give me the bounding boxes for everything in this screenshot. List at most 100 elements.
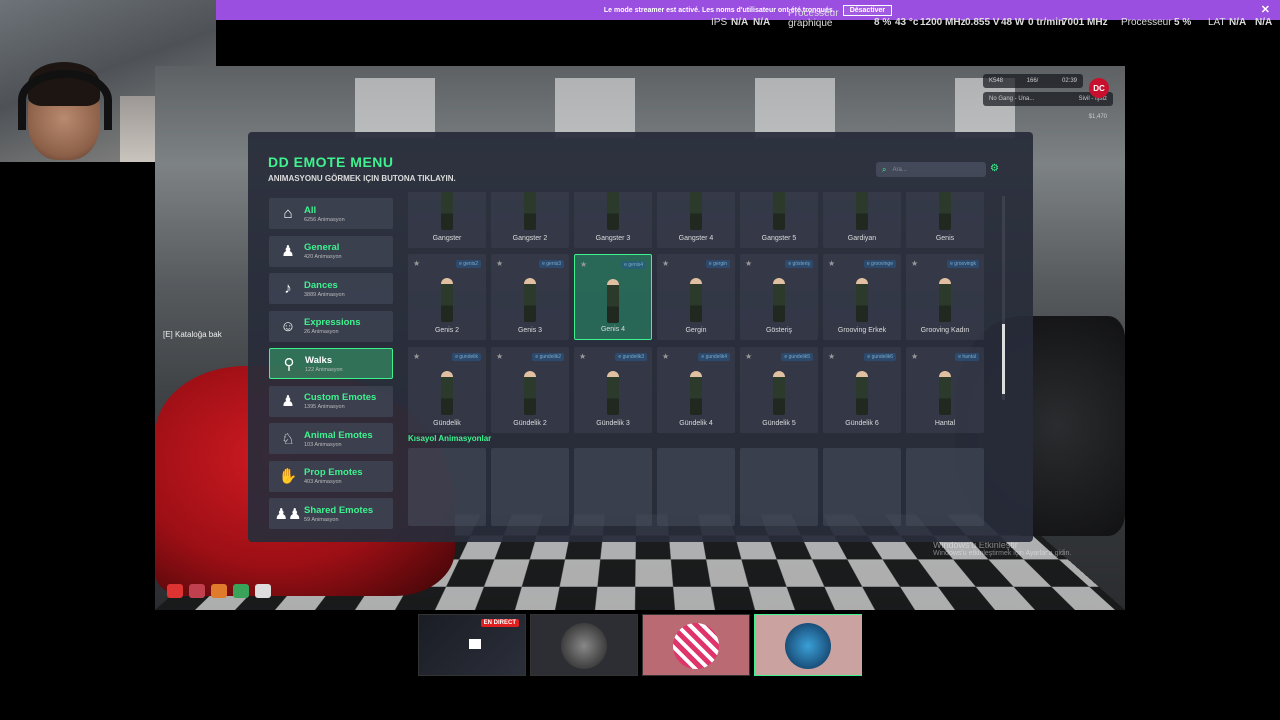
emote-card[interactable]: ★ e gundelik Gündelik xyxy=(408,347,486,433)
favorite-star-icon[interactable]: ★ xyxy=(496,259,503,268)
shortcut-slot[interactable] xyxy=(823,448,901,526)
favorite-star-icon[interactable]: ★ xyxy=(911,259,918,268)
favorite-star-icon[interactable]: ★ xyxy=(745,352,752,361)
emote-command: e hantal xyxy=(955,353,979,361)
emote-card[interactable]: Gangster 5 xyxy=(740,192,818,248)
scene-guest-2[interactable] xyxy=(642,614,750,676)
emote-card[interactable]: ★ e gergin Gergin xyxy=(657,254,735,340)
emote-card[interactable]: ★ e genis3 Genis 3 xyxy=(491,254,569,340)
scene-guest-3[interactable] xyxy=(754,614,862,676)
emote-card[interactable]: Gangster 3 xyxy=(574,192,652,248)
emote-card[interactable]: ★ e gundelik4 Gündelik 4 xyxy=(657,347,735,433)
ips-value-1: N/A xyxy=(731,17,749,28)
hud-time: 02:39 xyxy=(1061,78,1077,84)
emote-card[interactable]: ★ e genis4 Genis 4 xyxy=(574,254,652,340)
headphones xyxy=(18,70,112,130)
emote-card[interactable]: Genis xyxy=(906,192,984,248)
scrollbar-thumb[interactable] xyxy=(1002,324,1005,394)
scrollbar[interactable] xyxy=(1002,196,1005,400)
search-input[interactable]: ⌕ Ara... xyxy=(876,162,986,177)
emote-label: Gündelik 6 xyxy=(845,420,879,427)
character-preview xyxy=(856,371,868,415)
favorite-star-icon[interactable]: ★ xyxy=(579,352,586,361)
shortcut-slot[interactable] xyxy=(657,448,735,526)
emote-card[interactable]: Gangster xyxy=(408,192,486,248)
character-preview xyxy=(690,278,702,322)
emote-card[interactable]: ★ e gundelik2 Gündelik 2 xyxy=(491,347,569,433)
watermark-subtitle: Windows'u etkinleştirmek için Ayarlar'a … xyxy=(933,550,1072,557)
emote-card[interactable]: ★ e gundelik3 Gündelik 3 xyxy=(574,347,652,433)
lat-value-2: N/A xyxy=(1255,17,1273,28)
shortcut-slot[interactable] xyxy=(906,448,984,526)
favorite-star-icon[interactable]: ★ xyxy=(662,259,669,268)
character-preview xyxy=(524,371,536,415)
favorite-star-icon[interactable]: ★ xyxy=(413,259,420,268)
emote-label: Genis 2 xyxy=(434,327,460,334)
emote-card[interactable]: ★ e gundelik6 Gündelik 6 xyxy=(823,347,901,433)
character-preview xyxy=(607,279,619,323)
ips-value-2: N/A xyxy=(753,17,771,28)
category-name: All xyxy=(304,204,317,216)
emote-card[interactable]: ★ e hantal Hantal xyxy=(906,347,984,433)
favorite-star-icon[interactable]: ★ xyxy=(828,352,835,361)
hud-money: $1,470 xyxy=(1088,114,1107,120)
category-expressions[interactable]: ☺ Expressions 26 Animasyon xyxy=(269,310,393,342)
emote-card[interactable]: ★ e genis2 Genis 2 xyxy=(408,254,486,340)
hud-ping: 166/ xyxy=(1026,78,1039,84)
emote-card[interactable]: Gangster 4 xyxy=(657,192,735,248)
character-preview xyxy=(690,192,702,230)
emote-label: Gündelik 3 xyxy=(596,420,630,427)
ips-label: IPS xyxy=(711,17,728,28)
shortcut-slot[interactable] xyxy=(740,448,818,526)
category-dances[interactable]: ♪ Dances 3889 Animasyon xyxy=(269,273,393,304)
category-prop-emotes[interactable]: ✋ Prop Emotes 403 Animasyon xyxy=(269,460,393,492)
favorite-star-icon[interactable]: ★ xyxy=(745,259,752,268)
emote-command: e gundelik xyxy=(452,353,481,361)
emote-label: Gangster 5 xyxy=(761,235,797,242)
emote-card[interactable]: ★ e gundelik5 Gündelik 5 xyxy=(740,347,818,433)
hud-gang: No Gang - Una... xyxy=(989,96,1035,102)
favorite-star-icon[interactable]: ★ xyxy=(662,352,669,361)
category-walks[interactable]: ⚲ Walks 122 Animasyon xyxy=(269,348,393,379)
category-animal-emotes[interactable]: ♘ Animal Emotes 103 Animasyon xyxy=(269,423,393,454)
emote-label: Gündelik 4 xyxy=(679,420,713,427)
category-shared-emotes[interactable]: ♟♟ Shared Emotes 59 Animasyon xyxy=(269,498,393,529)
scene-guest-1[interactable] xyxy=(530,614,638,676)
emote-label: Hantal xyxy=(934,420,956,427)
character-preview xyxy=(690,371,702,415)
activation-watermark: Windows'u Etkinleştir Windows'u etkinleş… xyxy=(933,540,1071,557)
shortcut-slot[interactable] xyxy=(408,448,486,526)
gpu-label-2: graphique xyxy=(788,18,833,29)
emote-grid: Gangster Gangster 2 Gangster 3 Gangster 4 Ga… xyxy=(408,192,992,438)
scene-switcher: EN DIRECT xyxy=(418,614,862,676)
category-general[interactable]: ♟ General 420 Animasyon xyxy=(269,235,393,267)
emote-card[interactable]: Gardiyan xyxy=(823,192,901,248)
screen: Le mode streamer est activé. Les noms d'… xyxy=(0,0,1280,720)
menu-title: DD EMOTE MENU xyxy=(268,154,394,170)
character-preview xyxy=(773,371,785,415)
category-count: 26 Animasyon xyxy=(304,329,339,335)
favorite-star-icon[interactable]: ★ xyxy=(580,260,587,269)
emote-card[interactable]: Gangster 2 xyxy=(491,192,569,248)
favorite-star-icon[interactable]: ★ xyxy=(413,352,420,361)
shortcut-slot[interactable] xyxy=(574,448,652,526)
emote-command: e gösteriş xyxy=(785,260,813,268)
character-preview xyxy=(441,371,453,415)
scene-game[interactable]: EN DIRECT xyxy=(418,614,526,676)
character-preview xyxy=(939,278,951,322)
category-all[interactable]: ⌂ All 6256 Animasyon xyxy=(269,198,393,229)
category-custom-emotes[interactable]: ♟ Custom Emotes 1395 Animasyon xyxy=(269,385,393,417)
dog-icon: ♘ xyxy=(281,430,295,448)
favorite-star-icon[interactable]: ★ xyxy=(496,352,503,361)
emote-card[interactable]: ★ e groovinge Grooving Erkek xyxy=(823,254,901,340)
lat-value-1: N/A xyxy=(1229,17,1247,28)
gear-icon[interactable]: ⚙ xyxy=(990,163,999,174)
favorite-star-icon[interactable]: ★ xyxy=(911,352,918,361)
favorite-star-icon[interactable]: ★ xyxy=(828,259,835,268)
shortcut-slot[interactable] xyxy=(491,448,569,526)
emote-card[interactable]: ★ e gösteriş Gösteriş xyxy=(740,254,818,340)
emote-command: e genis4 xyxy=(621,261,646,269)
smiley-icon: ☺ xyxy=(280,317,296,335)
emote-card[interactable]: ★ e groovingk Grooving Kadın xyxy=(906,254,984,340)
person-icon: ♟ xyxy=(281,243,295,260)
